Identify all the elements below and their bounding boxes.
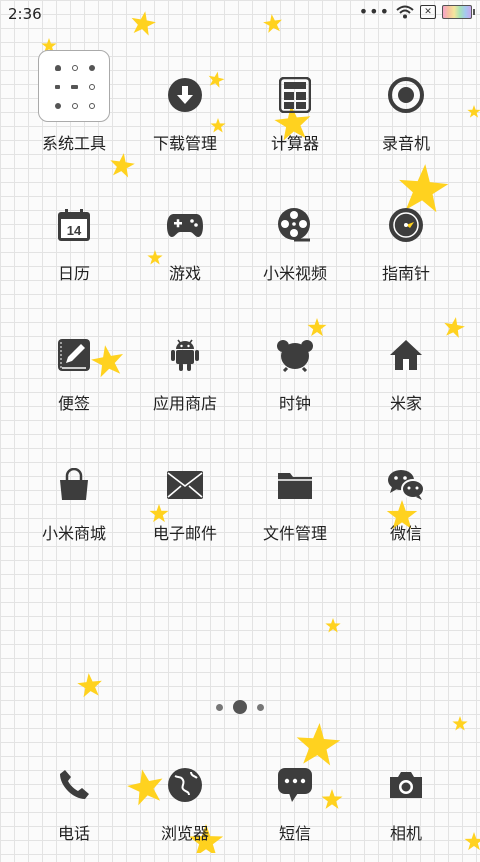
app-label: 应用商店	[152, 394, 217, 413]
phone-icon	[49, 760, 99, 810]
app-label: 浏览器	[160, 824, 209, 843]
app-label: 小米视频	[262, 264, 327, 283]
calendar-icon: 14	[49, 200, 99, 250]
app-games[interactable]: 游戏	[130, 190, 240, 302]
star-icon	[452, 716, 468, 731]
app-label: 小米商城	[41, 524, 106, 543]
app-label: 日历	[57, 264, 90, 283]
app-label: 相机	[389, 824, 422, 843]
home-icon	[381, 330, 431, 380]
app-calculator[interactable]: 计算器	[240, 60, 350, 172]
app-label: 米家	[389, 394, 422, 413]
compass-icon	[381, 200, 431, 250]
app-mi-video[interactable]: 小米视频	[240, 190, 350, 302]
camera-icon	[381, 760, 431, 810]
download-icon	[160, 70, 210, 120]
calculator-icon	[270, 70, 320, 120]
app-label: 游戏	[168, 264, 201, 283]
message-icon	[270, 760, 320, 810]
more-dots-icon: •••	[358, 2, 390, 21]
record-icon	[381, 70, 431, 120]
app-file-manager[interactable]: 文件管理	[240, 450, 350, 562]
page-dot[interactable]	[257, 703, 264, 711]
app-mi-store[interactable]: 小米商城	[19, 450, 129, 562]
app-label: 录音机	[381, 134, 430, 153]
file-folder-icon	[270, 460, 320, 510]
app-recorder[interactable]: 录音机	[351, 60, 461, 172]
app-label: 系统工具	[41, 134, 106, 153]
app-label: 电子邮件	[152, 524, 217, 543]
globe-icon	[160, 760, 210, 810]
app-label: 计算器	[270, 134, 319, 153]
wifi-icon	[396, 5, 414, 19]
page-indicator[interactable]	[0, 698, 480, 716]
page-dot[interactable]	[216, 703, 223, 711]
app-label: 电话	[57, 824, 90, 843]
app-download-manager[interactable]: 下载管理	[130, 60, 240, 172]
app-label: 短信	[278, 824, 311, 843]
folder-icon	[38, 50, 110, 122]
dock-messages[interactable]: 短信	[240, 750, 350, 862]
star-icon	[76, 671, 104, 698]
app-label: 时钟	[278, 394, 311, 413]
app-email[interactable]: 电子邮件	[130, 450, 240, 562]
app-app-store[interactable]: 应用商店	[130, 320, 240, 432]
app-mi-home[interactable]: 米家	[351, 320, 461, 432]
page-dot-active[interactable]	[233, 700, 247, 714]
clock-icon	[270, 330, 320, 380]
app-compass[interactable]: 指南针	[351, 190, 461, 302]
app-label: 下载管理	[152, 134, 217, 153]
mail-icon	[160, 460, 210, 510]
app-clock[interactable]: 时钟	[240, 320, 350, 432]
app-label: 便签	[57, 394, 90, 413]
star-icon	[467, 105, 480, 118]
shopping-bag-icon	[49, 460, 99, 510]
gamepad-icon	[160, 200, 210, 250]
app-wechat[interactable]: 微信	[351, 450, 461, 562]
notes-icon	[49, 330, 99, 380]
star-icon	[325, 618, 341, 633]
wechat-icon	[381, 460, 431, 510]
app-calendar[interactable]: 14 日历	[19, 190, 129, 302]
dock-phone[interactable]: 电话	[19, 750, 129, 862]
app-label: 微信	[389, 524, 422, 543]
status-icons: ••• ✕	[358, 2, 475, 21]
battery-icon	[442, 5, 475, 19]
star-icon	[464, 832, 480, 851]
no-sim-icon: ✕	[420, 5, 436, 19]
android-icon	[160, 330, 210, 380]
app-label: 指南针	[381, 264, 430, 283]
app-system-tools[interactable]: 系统工具	[19, 0, 129, 153]
dock-browser[interactable]: 浏览器	[130, 750, 240, 862]
calendar-day-number: 14	[67, 223, 82, 238]
app-notes[interactable]: 便签	[19, 320, 129, 432]
film-reel-icon	[270, 200, 320, 250]
dock-camera[interactable]: 相机	[351, 750, 461, 862]
app-label: 文件管理	[262, 524, 327, 543]
